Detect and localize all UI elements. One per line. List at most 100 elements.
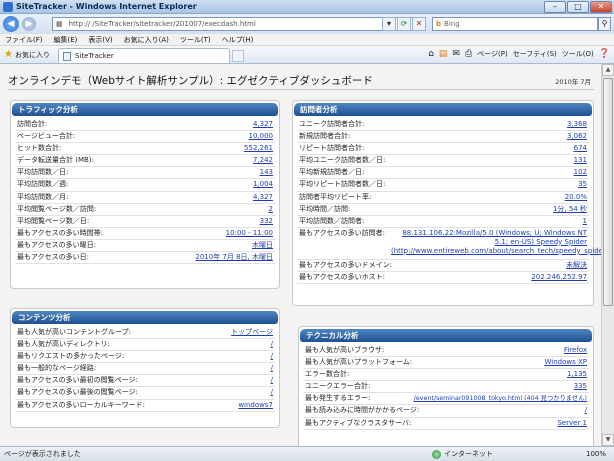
- page-icon: ▦: [56, 20, 63, 28]
- tools-menu[interactable]: ツール(O): [562, 49, 594, 59]
- table-row: 新規訪問者合計: 3,062: [297, 131, 589, 144]
- table-row: 最もアクセスの多いドメイン: 未解決: [297, 260, 589, 272]
- content-panel-title: コンテンツ分析: [12, 311, 278, 324]
- visitor-panel-title: 訪問者分析: [294, 103, 592, 116]
- close-button[interactable]: ✕: [590, 1, 612, 13]
- page-title: オンラインデモ（Webサイト解析サンプル）: エグゼクティブダッシュボード: [8, 75, 373, 87]
- traffic-panel-title: トラフィック分析: [12, 103, 278, 116]
- table-row: 訪問者平均リピート率: 20.0%: [297, 192, 589, 204]
- menu-favorites[interactable]: お気に入り(A): [119, 35, 175, 45]
- feeds-icon[interactable]: ▤: [439, 49, 448, 59]
- address-toolbar: ◀ ▶ ▦ http:// /SiteTracker/sitetracker/2…: [0, 14, 614, 34]
- ie-app-icon: [3, 1, 13, 12]
- zoom-level[interactable]: 100%: [586, 450, 606, 458]
- table-row: 最も人気が高いディレクトリ: /: [15, 339, 275, 352]
- table-row: 最もアクティブなクラスタサーバ: Server 1: [303, 418, 589, 430]
- scroll-down-icon[interactable]: ▼: [602, 434, 614, 446]
- table-row: 平均新規訪問者／日: 102: [297, 167, 589, 180]
- star-icon: ★: [4, 49, 13, 60]
- security-zone[interactable]: インターネット: [432, 449, 493, 459]
- menu-help[interactable]: ヘルプ(H): [217, 35, 260, 45]
- table-row: 最も発生するエラー:/event/seminar091008_tokyo.htm…: [303, 393, 589, 406]
- forward-button[interactable]: ▶: [22, 17, 36, 31]
- menu-bar: ファイル(F) 編集(E) 表示(V) お気に入り(A) ツール(T) ヘルプ(…: [0, 34, 614, 46]
- table-row: 平均ユニーク訪問者数／日: 131: [297, 155, 589, 168]
- page-icon: [63, 51, 71, 61]
- tab-sitetracker[interactable]: SiteTracker: [58, 48, 230, 63]
- table-row: 平均閲覧ページ数／日: 332: [15, 216, 275, 228]
- window-title: SiteTracker - Windows Internet Explorer: [16, 2, 197, 11]
- table-row: 最も一般的なページ経路: /: [15, 363, 275, 376]
- table-row: 最もリクエストの多かったページ: /: [15, 351, 275, 364]
- table-row: 平均訪問数／月: 4,327: [15, 192, 275, 204]
- table-row: 最も人気が高いコンテントグループ: トップページ: [15, 327, 275, 340]
- back-button[interactable]: ◀: [3, 16, 19, 32]
- window-controls: – □ ✕: [544, 1, 612, 13]
- new-tab-button[interactable]: [232, 50, 244, 62]
- window-title-bar: SiteTracker - Windows Internet Explorer …: [0, 0, 614, 14]
- table-row: 平均訪問数／週: 1,004: [15, 179, 275, 192]
- stop-icon[interactable]: ✕: [412, 17, 426, 31]
- traffic-rows: 訪問合計: 4,327 ページビュー合計: 10,000 ヒット数合計: 552,26…: [15, 119, 275, 265]
- table-row: 最も人気が高いブラウザ: Firefox: [303, 345, 589, 358]
- traffic-panel: トラフィック分析 訪問合計: 4,327 ページビュー合計: 10,000 ヒット数…: [10, 100, 280, 289]
- table-row: 最もアクセスの多い最初の閲覧ページ: /: [15, 375, 275, 388]
- table-row: 平均閲覧ページ数／訪問: 2: [15, 204, 275, 216]
- table-row: 最もアクセスの多い最後の閲覧ページ: /: [15, 387, 275, 400]
- status-bar: ページが表示されました インターネット 100%: [0, 446, 614, 461]
- table-row: ユニークエラー合計: 335: [303, 381, 589, 394]
- address-dropdown-button[interactable]: ▾: [382, 17, 396, 31]
- table-row: 最も人気が高いプラットフォーム: Windows XP: [303, 357, 589, 370]
- refresh-icon[interactable]: ⟳: [397, 17, 411, 31]
- mail-icon[interactable]: ✉: [452, 49, 460, 59]
- globe-icon: [432, 449, 441, 459]
- safety-menu[interactable]: セーフティ(S): [513, 49, 557, 59]
- minimize-button[interactable]: –: [544, 1, 566, 13]
- favorites-label: お気に入り: [14, 50, 50, 59]
- table-row: ページビュー合計: 10,000: [15, 131, 275, 144]
- technical-panel-title: テクニカル分析: [300, 329, 592, 342]
- table-row: 訪問合計: 4,327: [15, 119, 275, 132]
- home-icon[interactable]: ⌂: [428, 49, 434, 59]
- table-row: 最もアクセスの多い日: 2010年 7月 8日, 木曜日: [15, 252, 275, 265]
- menu-edit[interactable]: 編集(E): [49, 35, 84, 45]
- technical-panel: テクニカル分析 最も人気が高いブラウザ: Firefox 最も人気が高いプラットフ…: [298, 326, 594, 446]
- search-input[interactable]: b Bing: [432, 17, 598, 31]
- bing-icon: b: [436, 20, 442, 28]
- status-message: ページが表示されました: [4, 450, 81, 458]
- table-row: 最もアクセスの多いローカルキーワード: windows7: [15, 400, 275, 412]
- address-bar[interactable]: ▦ http:// /SiteTracker/sitetracker/20100…: [52, 17, 424, 31]
- visitor-panel: 訪問者分析 ユニーク訪問者合計: 3,368 新規訪問者合計: 3,062 リピート…: [292, 100, 601, 306]
- table-row: 平均訪問数／日: 143: [15, 167, 275, 180]
- scrollbar-thumb[interactable]: [603, 78, 613, 306]
- help-icon[interactable]: ❓: [599, 49, 610, 59]
- print-icon[interactable]: ⎙: [465, 49, 472, 59]
- scroll-up-icon[interactable]: ▲: [602, 64, 614, 76]
- table-row: エラー数合計: 1,135: [303, 369, 589, 382]
- menu-view[interactable]: 表示(V): [83, 35, 118, 45]
- table-row: ユニーク訪問者合計: 3,368: [297, 119, 589, 132]
- table-row: 平均時間／訪問: 1分, 54 秒: [297, 204, 589, 216]
- maximize-button[interactable]: □: [567, 1, 589, 13]
- table-row: 平均訪問数／訪問者: 1: [297, 216, 589, 228]
- favorites-button[interactable]: ★ お気に入り: [4, 49, 50, 60]
- title-divider: [8, 89, 594, 90]
- page-content: オンラインデモ（Webサイト解析サンプル）: エグゼクティブダッシュボード 20…: [0, 64, 601, 446]
- search-icon[interactable]: ⚲: [598, 17, 611, 31]
- favorites-bar: ★ お気に入り SiteTracker ⌂ ▤ ✉ ⎙ ページ(P) セーフティ…: [0, 46, 614, 64]
- menu-file[interactable]: ファイル(F): [0, 35, 49, 45]
- table-row: 最もアクセスの多いホスト: 202.246.252.97: [297, 272, 589, 285]
- vertical-scrollbar[interactable]: ▲ ▼: [601, 64, 614, 446]
- table-row: 最も読み込みに時間がかかるページ: /: [303, 405, 589, 418]
- menu-tools[interactable]: ツール(T): [175, 35, 217, 45]
- table-row: 最もアクセスの多い曜日: 木曜日: [15, 240, 275, 253]
- report-date: 2010年 7月: [555, 78, 591, 86]
- table-row: 最もアクセスの多い時間帯: 10:00 - 11:00: [15, 228, 275, 240]
- command-bar: ⌂ ▤ ✉ ⎙ ページ(P) セーフティ(S) ツール(O) ❓: [428, 49, 610, 59]
- table-row: ヒット数合計: 552,261: [15, 143, 275, 156]
- table-row: 最もアクセスの多い訪問者: 88.131.106.22:Mozilla/5.0 (…: [297, 228, 601, 260]
- top-visitor-link[interactable]: 88.131.106.22:Mozilla/5.0 (Windows; U; W…: [391, 229, 601, 256]
- page-menu[interactable]: ページ(P): [477, 49, 508, 59]
- table-row: リピート訪問者合計: 674: [297, 143, 589, 156]
- search-placeholder: Bing: [444, 20, 460, 28]
